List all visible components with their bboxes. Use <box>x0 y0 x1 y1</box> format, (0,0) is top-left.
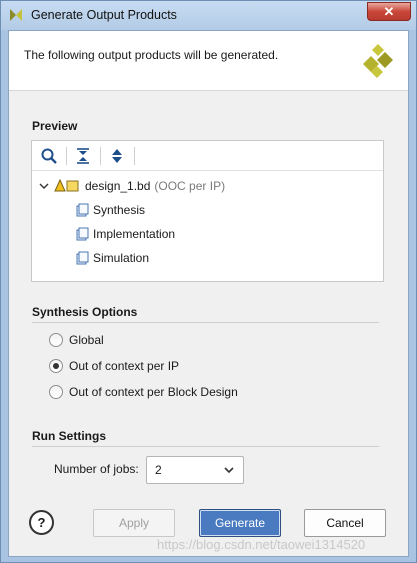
block-design-icon <box>54 179 79 192</box>
chevron-down-icon[interactable] <box>39 181 49 191</box>
expand-all-icon[interactable] <box>108 147 126 165</box>
radio-button[interactable] <box>49 333 63 347</box>
tree-root-note: (OOC per IP) <box>154 179 226 193</box>
radio-label: Global <box>69 333 104 347</box>
watermark-text: https://blog.csdn.net/taowei1314520 <box>157 537 366 552</box>
radio-option-global[interactable]: Global <box>49 330 104 350</box>
apply-button[interactable]: Apply <box>93 509 175 537</box>
toolbar-separator <box>66 147 67 165</box>
radio-label: Out of context per Block Design <box>69 385 238 399</box>
section-divider <box>32 446 379 447</box>
tree-root-label: design_1.bd <box>85 179 151 193</box>
close-icon: ✕ <box>383 4 395 19</box>
preview-panel: design_1.bd (OOC per IP) Synthesis Imple… <box>31 140 384 282</box>
cancel-button[interactable]: Cancel <box>304 509 386 537</box>
jobs-select[interactable]: 2 <box>146 456 244 484</box>
dialog-body: The following output products will be ge… <box>8 30 409 557</box>
toolbar-separator <box>134 147 135 165</box>
close-button[interactable]: ✕ <box>367 2 411 21</box>
preview-toolbar <box>32 141 383 171</box>
window-title: Generate Output Products <box>31 8 177 22</box>
title-bar[interactable]: Generate Output Products ✕ <box>1 1 416 30</box>
jobs-label: Number of jobs: <box>54 462 139 476</box>
vivado-logo-icon <box>363 44 393 78</box>
file-icon <box>76 203 89 217</box>
tree-row-simulation[interactable]: Simulation <box>75 248 149 268</box>
preview-section-title: Preview <box>32 119 78 133</box>
tree-item-label: Synthesis <box>93 203 146 217</box>
jobs-select-value: 2 <box>155 463 162 477</box>
search-icon[interactable] <box>40 147 58 165</box>
run-settings-title: Run Settings <box>32 429 106 443</box>
file-icon <box>76 227 89 241</box>
chevron-down-icon <box>224 467 234 474</box>
collapse-all-icon[interactable] <box>74 147 92 165</box>
dialog-window: Generate Output Products ✕ The following… <box>0 0 417 563</box>
header-description: The following output products will be ge… <box>24 48 279 62</box>
tree-row-implementation[interactable]: Implementation <box>75 224 175 244</box>
section-divider <box>32 322 379 323</box>
radio-button[interactable] <box>49 359 63 373</box>
app-icon <box>10 9 22 21</box>
radio-option-ooc-per-block-design[interactable]: Out of context per Block Design <box>49 382 238 402</box>
radio-label: Out of context per IP <box>69 359 180 373</box>
header-panel: The following output products will be ge… <box>9 31 408 91</box>
file-icon <box>76 251 89 265</box>
radio-option-ooc-per-ip[interactable]: Out of context per IP <box>49 356 179 376</box>
help-button[interactable]: ? <box>29 510 54 535</box>
toolbar-separator <box>100 147 101 165</box>
radio-button[interactable] <box>49 385 63 399</box>
tree-item-label: Simulation <box>93 251 150 265</box>
synthesis-options-title: Synthesis Options <box>32 305 138 319</box>
tree-row-synthesis[interactable]: Synthesis <box>75 200 145 220</box>
tree-item-label: Implementation <box>93 227 176 241</box>
tree-row-design[interactable]: design_1.bd (OOC per IP) <box>39 176 225 196</box>
generate-button[interactable]: Generate <box>199 509 281 537</box>
